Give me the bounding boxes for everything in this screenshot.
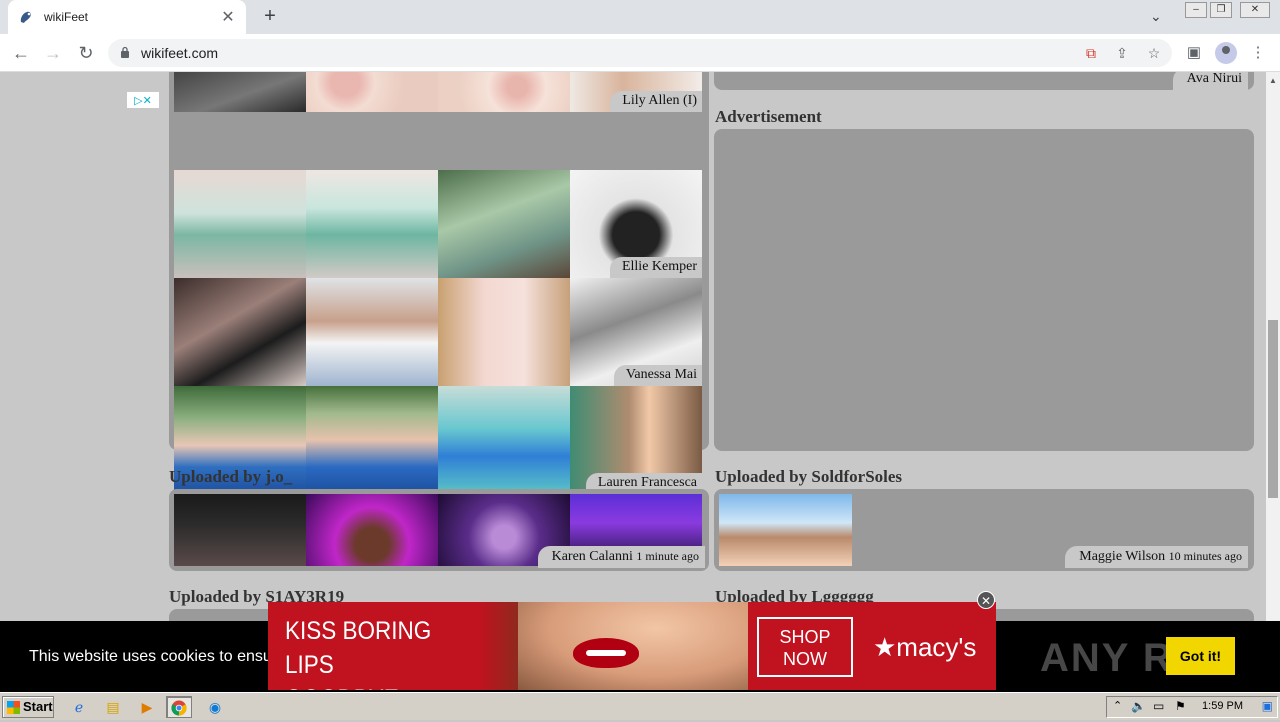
page-scrollbar[interactable]: ▲ ▼: [1266, 72, 1280, 690]
new-tab-button[interactable]: +: [258, 5, 282, 29]
windows-logo-icon: [7, 701, 20, 714]
thumbnail[interactable]: [438, 170, 570, 278]
reload-icon[interactable]: ↻: [75, 42, 97, 64]
scroll-thumb[interactable]: [1268, 320, 1278, 498]
internet-explorer-icon[interactable]: ℯ: [66, 696, 92, 718]
celebrity-name-label[interactable]: Karen Calanni 1 minute ago: [537, 546, 705, 568]
thumbnail[interactable]: [306, 386, 438, 494]
thumbnail[interactable]: [438, 72, 570, 112]
celebrity-name-label[interactable]: Vanessa Mai: [613, 365, 702, 386]
upload-heading[interactable]: Uploaded by j.o_: [169, 467, 292, 487]
upload-heading[interactable]: Uploaded by SoldforSoles: [715, 467, 902, 487]
macys-logo: ★macy's: [873, 632, 977, 662]
system-tray: ⌃ 🔈 ▭ ⚑ 1:59 PM ▣: [1106, 696, 1278, 718]
profile-avatar[interactable]: [1215, 42, 1237, 64]
bookmark-star-icon[interactable]: ☆: [1145, 44, 1163, 62]
tab-search-chevron-icon[interactable]: ⌄: [1150, 8, 1162, 25]
menu-kebab-icon[interactable]: ⋮: [1248, 43, 1268, 63]
celebrity-name-label[interactable]: Lily Allen (I): [610, 91, 702, 112]
celebrity-name[interactable]: Karen Calanni: [552, 549, 633, 564]
ad-headline: KISS BORING LIPS GOODBYE: [285, 614, 438, 690]
flag-icon[interactable]: ⚑: [1175, 699, 1186, 713]
thumbnail[interactable]: [174, 170, 306, 278]
ad-close-icon[interactable]: ✕: [977, 591, 995, 609]
thumbnail[interactable]: [174, 494, 306, 566]
thumbnail[interactable]: Lily Allen (I): [570, 72, 702, 112]
tab-strip: wikiFeet ✕ + ⌄ – ❐ ✕: [0, 0, 1280, 34]
adchoices-icon[interactable]: ▷✕: [127, 92, 159, 108]
celebrity-name-label[interactable]: Maggie Wilson 10 minutes ago: [1065, 546, 1248, 568]
minimize-button[interactable]: –: [1185, 2, 1207, 18]
thumbnail[interactable]: [306, 278, 438, 386]
media-player-icon[interactable]: ▶: [134, 696, 160, 718]
advertisement-slot: [714, 129, 1254, 451]
upload-time: 10 minutes ago: [1168, 549, 1242, 563]
close-window-button[interactable]: ✕: [1240, 2, 1270, 18]
restore-button[interactable]: ❐: [1210, 2, 1232, 18]
network-icon[interactable]: ▭: [1153, 699, 1164, 713]
back-arrow-icon[interactable]: ←: [10, 42, 32, 64]
wikifeet-favicon-icon: [20, 11, 31, 23]
side-panel-icon[interactable]: ▣: [1184, 43, 1204, 63]
share-icon[interactable]: ⇪: [1113, 44, 1131, 62]
tray-expand-icon[interactable]: ⌃: [1113, 699, 1122, 712]
ad-headline-line: KISS BORING: [285, 617, 432, 645]
show-desktop-icon[interactable]: ▣: [1262, 699, 1273, 713]
cast-blocked-icon[interactable]: ⧉: [1082, 44, 1100, 62]
browser-toolbar: ← → ↻ wikifeet.com ⧉ ⇪ ☆ ▣ ⋮: [0, 34, 1280, 72]
edge-icon[interactable]: ◉: [202, 696, 228, 718]
upload-time: 1 minute ago: [636, 549, 699, 563]
celebrity-name-label[interactable]: Ellie Kemper: [609, 257, 702, 278]
feet-grid-panel: Lily Allen (I) Ellie Kemper Vanessa Mai …: [169, 72, 709, 494]
thumbnail[interactable]: [174, 278, 306, 386]
start-label: Start: [23, 699, 53, 714]
ad-cta-line: SHOP: [779, 627, 831, 647]
ad-image-teeth: [586, 650, 626, 656]
thumbnail[interactable]: [719, 494, 852, 566]
thumbnail[interactable]: Lauren Francesca: [570, 386, 702, 494]
upload-panel: Karen Calanni 1 minute ago: [169, 489, 709, 571]
volume-icon[interactable]: 🔈: [1131, 699, 1146, 713]
thumbnail[interactable]: Ellie Kemper: [570, 170, 702, 278]
clock[interactable]: 1:59 PM: [1202, 700, 1243, 712]
url-text[interactable]: wikifeet.com: [141, 45, 218, 61]
lock-icon[interactable]: [120, 46, 130, 58]
macys-ad-banner[interactable]: KISS BORING LIPS GOODBYE SHOP NOW ★macy'…: [268, 602, 996, 690]
page-content: ▷✕ Lily Allen (I) Ellie Kemper Vanessa M…: [0, 72, 1266, 690]
right-top-panel: Ava Nirui: [714, 72, 1254, 90]
scroll-up-arrow-icon[interactable]: ▲: [1268, 76, 1278, 86]
windows-taskbar: Start ℯ ▤ ▶ ◉ ⌃ 🔈 ▭ ⚑ 1:59 PM ▣: [0, 692, 1280, 720]
advertisement-heading: Advertisement: [715, 107, 822, 126]
upload-panel: Maggie Wilson 10 minutes ago: [714, 489, 1254, 571]
thumbnail[interactable]: [306, 494, 438, 566]
thumbnail[interactable]: [306, 72, 438, 112]
start-button[interactable]: Start: [2, 696, 54, 718]
browser-tab[interactable]: wikiFeet ✕: [8, 0, 246, 34]
thumbnail[interactable]: Vanessa Mai: [570, 278, 702, 386]
cookie-message: This website uses cookies to ensur: [29, 648, 278, 665]
thumbnail[interactable]: [438, 386, 570, 494]
thumbnail[interactable]: [306, 170, 438, 278]
address-bar[interactable]: wikifeet.com ⧉ ⇪ ☆: [108, 39, 1172, 67]
cookie-accept-button[interactable]: Got it!: [1166, 637, 1235, 675]
thumbnail[interactable]: [438, 278, 570, 386]
thumbnail[interactable]: [174, 72, 306, 112]
tab-close-icon[interactable]: ✕: [220, 7, 236, 27]
thumbnail-grid: Lily Allen (I) Ellie Kemper Vanessa Mai …: [174, 72, 702, 494]
chrome-logo-icon: [171, 700, 187, 716]
chrome-icon[interactable]: [166, 696, 192, 718]
tab-title: wikiFeet: [44, 10, 89, 24]
ad-cta-line: NOW: [783, 649, 827, 669]
forward-arrow-icon[interactable]: →: [42, 42, 64, 64]
ad-headline-line: LIPS GOODBYE: [285, 651, 399, 690]
ad-shop-now-button[interactable]: SHOP NOW: [757, 617, 853, 677]
file-explorer-icon[interactable]: ▤: [100, 696, 126, 718]
celebrity-name[interactable]: Maggie Wilson: [1079, 549, 1165, 564]
celebrity-name-label[interactable]: Ava Nirui: [1172, 72, 1248, 90]
